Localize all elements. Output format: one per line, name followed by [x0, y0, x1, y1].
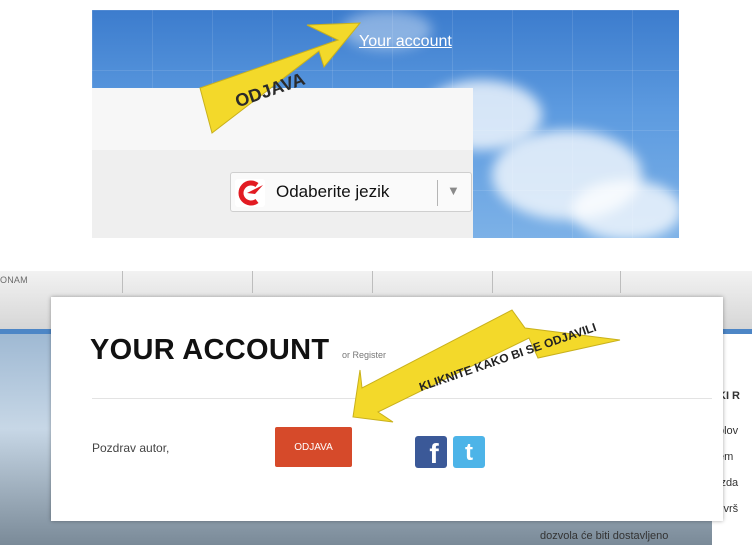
caret-down-icon[interactable]: ▼ [447, 183, 460, 198]
bottom-screenshot-panel: ONAM KI R olov em izda zvrš dozvola će b… [0, 271, 752, 545]
nav-divider [620, 271, 621, 293]
header-bar [92, 88, 473, 150]
divider [92, 398, 712, 399]
modal-title: YOUR ACCOUNT [90, 334, 330, 366]
background-bottom-text: dozvola će biti dostavljeno [540, 530, 669, 542]
facebook-icon[interactable]: f [415, 436, 447, 468]
account-modal: YOUR ACCOUNT or Register Pozdrav autor, … [51, 297, 723, 521]
nav-divider [252, 271, 253, 293]
nav-item-fragment[interactable]: ONAM [0, 275, 28, 285]
language-selector[interactable]: Odaberite jezik ▼ [230, 172, 472, 212]
divider [437, 180, 438, 206]
nav-divider [492, 271, 493, 293]
nav-divider [372, 271, 373, 293]
greeting-text: Pozdrav autor, [92, 441, 170, 455]
cloud [572, 180, 679, 238]
your-account-link[interactable]: Your account [359, 33, 452, 51]
twitter-icon[interactable]: t [453, 436, 485, 468]
translate-logo-icon [235, 179, 265, 207]
register-link[interactable]: or Register [342, 350, 386, 360]
top-screenshot-panel: Your account Odaberite jezik ▼ [92, 10, 679, 238]
language-selector-label: Odaberite jezik [276, 182, 390, 201]
nav-divider [122, 271, 123, 293]
logout-button[interactable]: ODJAVA [275, 427, 352, 467]
